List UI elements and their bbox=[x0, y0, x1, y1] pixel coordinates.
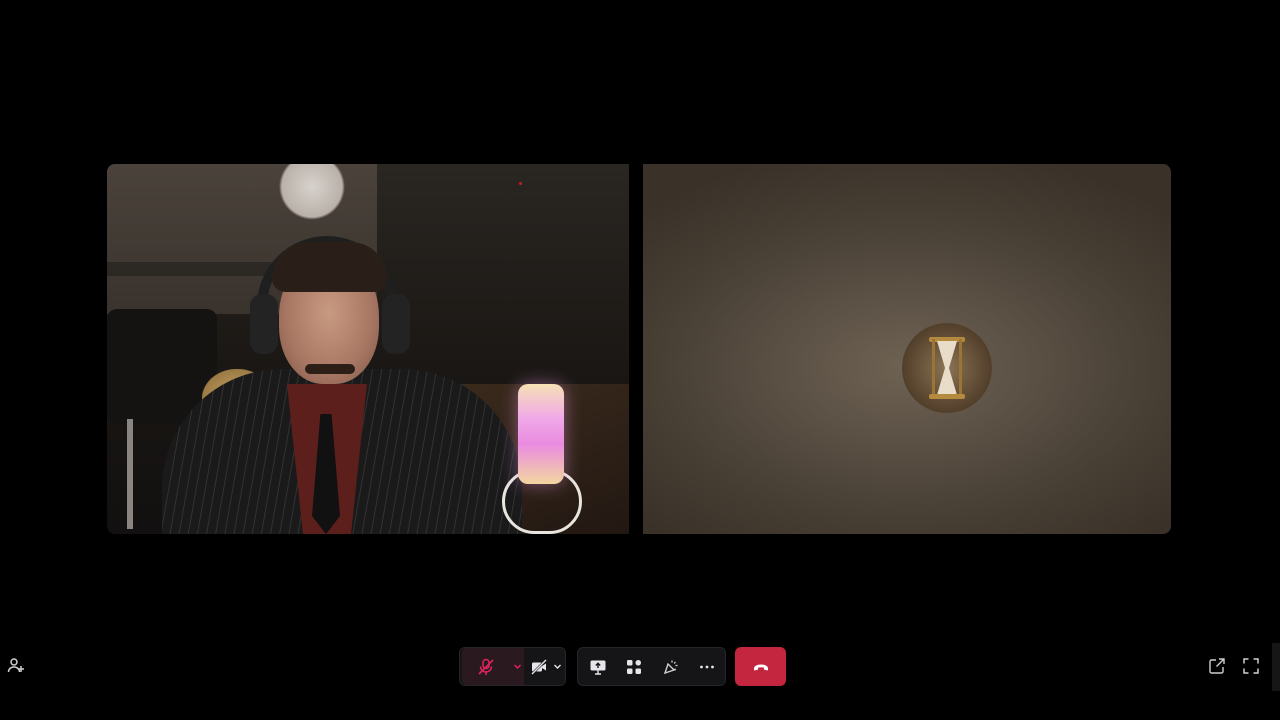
person-add-icon bbox=[7, 658, 24, 673]
popout-icon bbox=[1209, 658, 1225, 674]
participant-mustache bbox=[305, 364, 355, 374]
add-participant-button[interactable] bbox=[5, 655, 27, 677]
background-shelf bbox=[107, 262, 287, 276]
screen-share-icon bbox=[590, 660, 606, 675]
leave-call-button[interactable] bbox=[735, 647, 786, 686]
more-options-button[interactable] bbox=[693, 648, 721, 685]
more-icon bbox=[700, 665, 714, 668]
reactions-icon bbox=[663, 660, 678, 674]
participant-tile-video[interactable] bbox=[107, 164, 629, 534]
mic-off-icon bbox=[478, 658, 494, 675]
apps-button[interactable] bbox=[620, 648, 648, 685]
mic-toggle-button[interactable] bbox=[462, 648, 510, 685]
participant-tile-avatar[interactable] bbox=[643, 164, 1171, 534]
participant-hair bbox=[272, 242, 387, 292]
headphone-cup-left bbox=[250, 294, 278, 354]
rgb-microphone bbox=[518, 384, 564, 484]
chevron-down-icon bbox=[553, 664, 561, 669]
chair-leg bbox=[127, 419, 133, 529]
camera-toggle-button[interactable] bbox=[526, 648, 552, 685]
share-screen-button[interactable] bbox=[584, 648, 612, 685]
hourglass-icon bbox=[902, 323, 992, 413]
fullscreen-icon bbox=[1243, 658, 1259, 674]
plush-toy bbox=[277, 164, 347, 229]
camera-options-button[interactable] bbox=[550, 648, 564, 685]
popout-button[interactable] bbox=[1206, 655, 1228, 677]
call-tools bbox=[577, 647, 726, 686]
mic-options-button[interactable] bbox=[510, 648, 524, 685]
scrollbar[interactable] bbox=[1272, 643, 1280, 691]
reactions-button[interactable] bbox=[657, 648, 685, 685]
audio-video-controls bbox=[459, 647, 566, 686]
indicator-light bbox=[519, 182, 522, 185]
apps-icon bbox=[627, 659, 641, 674]
fullscreen-button[interactable] bbox=[1240, 655, 1262, 677]
video-off-icon bbox=[531, 658, 547, 675]
call-stage bbox=[0, 0, 1280, 720]
chevron-down-icon bbox=[513, 664, 521, 669]
headphone-cup-right bbox=[382, 294, 410, 354]
phone-hangup-icon bbox=[753, 664, 768, 670]
